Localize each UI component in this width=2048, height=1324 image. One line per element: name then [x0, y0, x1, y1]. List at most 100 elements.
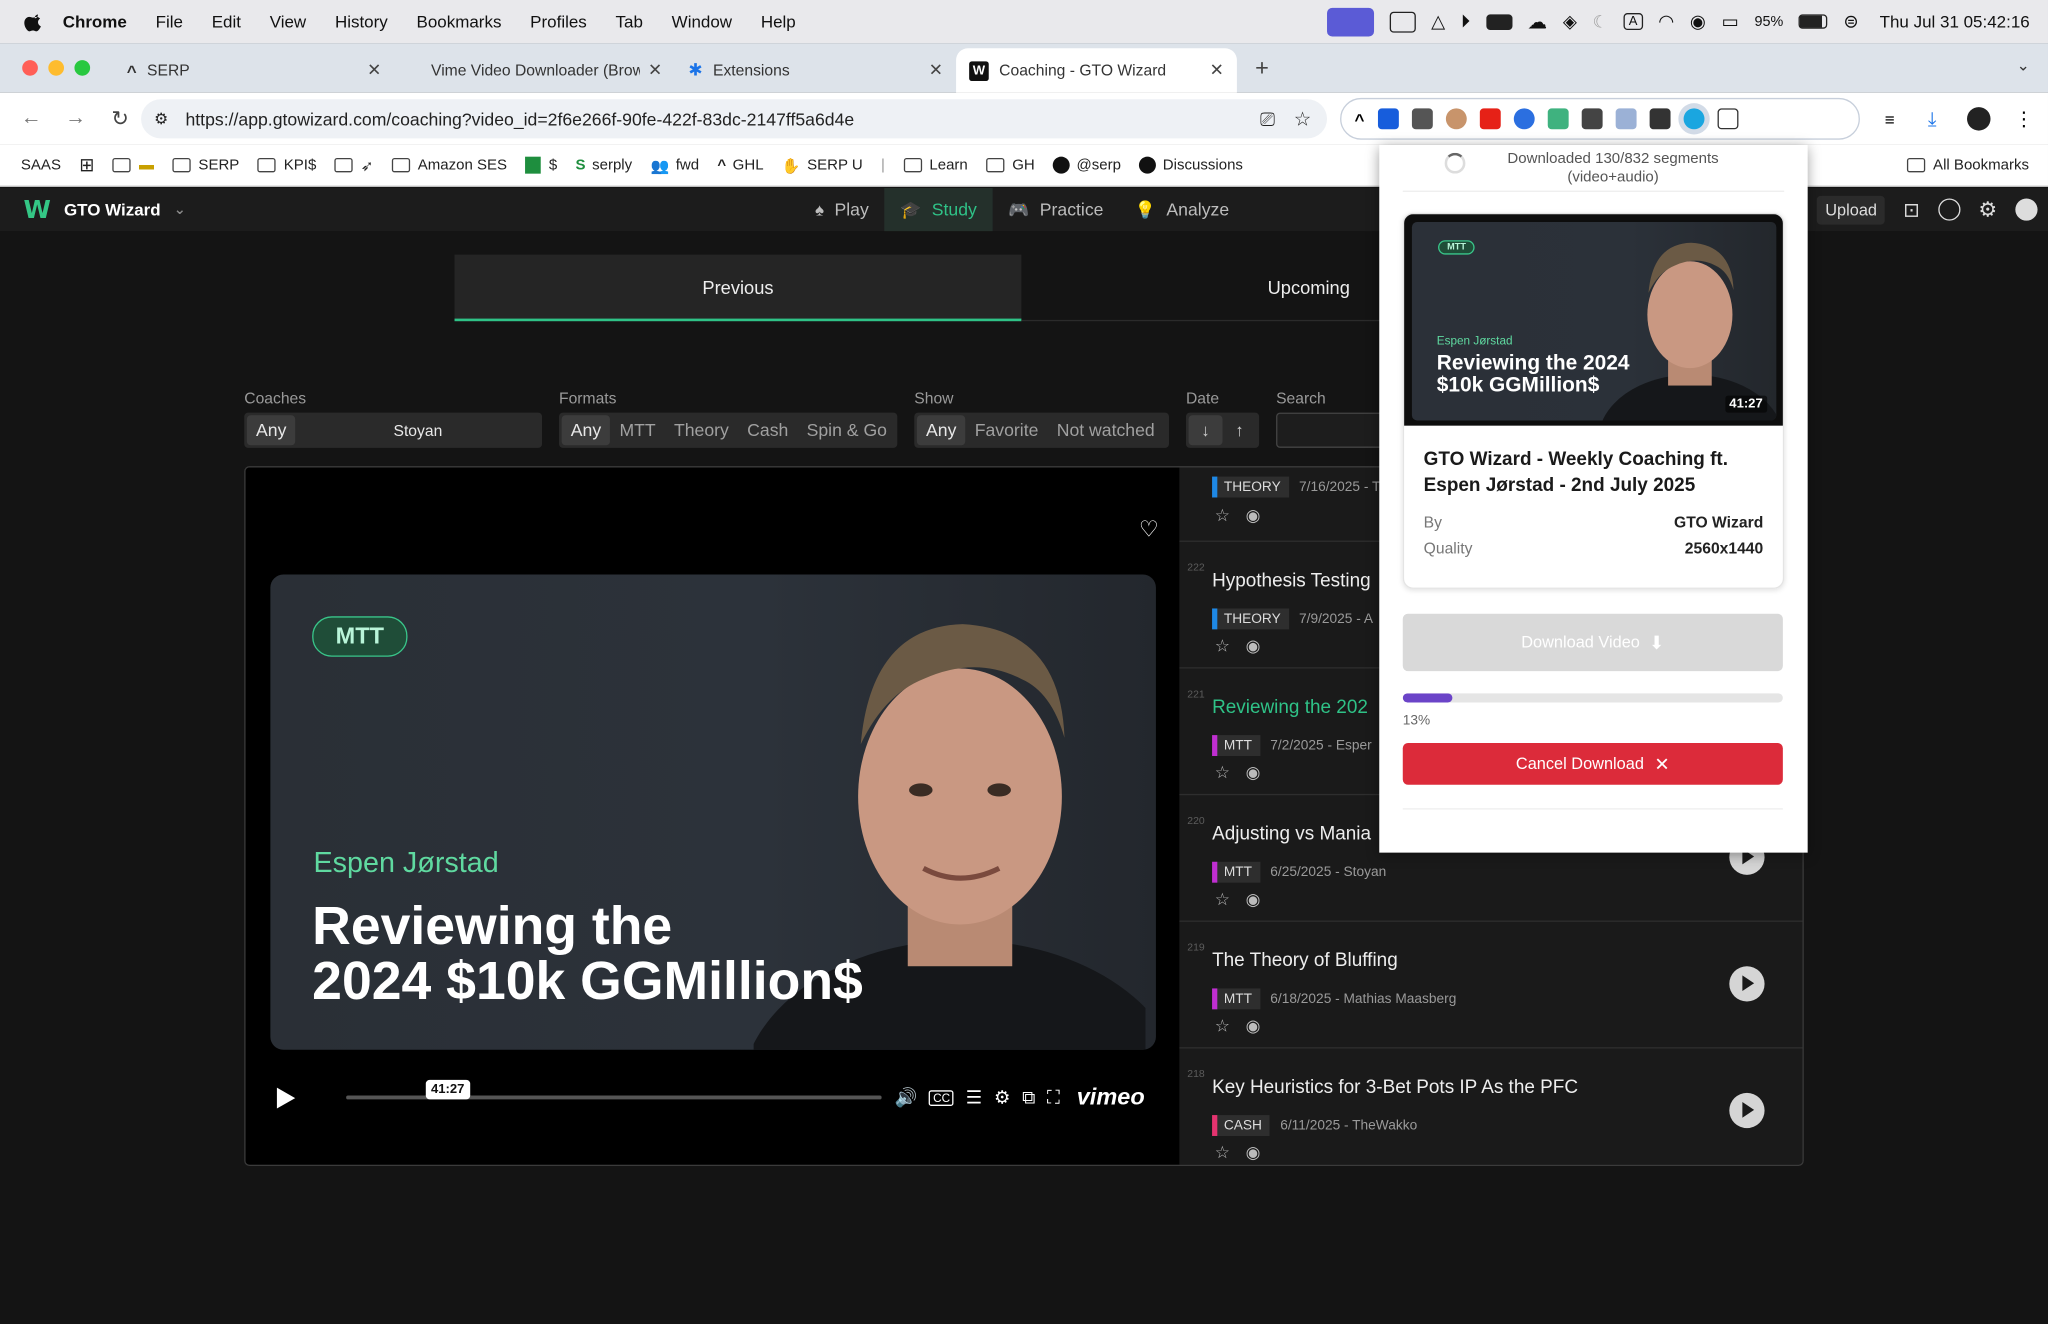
eye-icon[interactable]: ◉ — [1246, 763, 1261, 784]
eye-icon[interactable]: ◉ — [1246, 636, 1261, 657]
format-mtt[interactable]: MTT — [610, 415, 665, 445]
link-icon[interactable] — [1615, 108, 1637, 130]
screen-share-icon[interactable] — [1326, 7, 1374, 36]
install-app-icon[interactable]: ⎚ — [1260, 108, 1275, 130]
control-center-icon[interactable]: ⊜ — [1843, 10, 1858, 32]
keyboard-icon[interactable] — [1485, 13, 1512, 30]
format-theory[interactable]: Theory — [665, 415, 738, 445]
play-video-button[interactable] — [1729, 966, 1765, 1002]
bookmark-dollar[interactable]: $ — [525, 156, 557, 174]
nav-analyze[interactable]: 💡 Analyze — [1119, 188, 1245, 231]
show-not-watched[interactable]: Not watched — [1048, 415, 1164, 445]
star-icon[interactable]: ☆ — [1215, 505, 1230, 526]
back-button[interactable]: ← — [18, 107, 44, 131]
video-player[interactable]: ♡ MTT Espen Jørstad Reviewing the 2024 $… — [245, 467, 1180, 1165]
clock[interactable]: Thu Jul 31 05:42:16 — [1880, 12, 2030, 32]
captions-icon[interactable]: CC — [929, 1089, 955, 1106]
settings-gear-icon[interactable]: ⚙ — [1978, 197, 1997, 223]
menu-file[interactable]: File — [156, 12, 183, 32]
new-tab-button[interactable]: + — [1255, 54, 1269, 81]
bookmark-gh[interactable]: GH — [986, 157, 1035, 173]
play-button[interactable] — [276, 1087, 296, 1109]
bookmark-serp-github[interactable]: @serp — [1053, 156, 1121, 174]
scan-icon[interactable]: ⊡ — [1903, 198, 1919, 221]
vimeo-logo[interactable]: vimeo — [1077, 1084, 1145, 1111]
nav-practice[interactable]: 🎮 Practice — [993, 188, 1120, 231]
vime-downloader-icon[interactable] — [1683, 108, 1704, 130]
tab-coaching[interactable]: W Coaching - GTO Wizard ✕ — [956, 48, 1237, 93]
user-circle-icon[interactable]: ◉ — [1690, 10, 1706, 32]
caret-up-icon[interactable]: ^ — [1354, 109, 1364, 129]
menu-chrome[interactable]: Chrome — [63, 12, 127, 32]
star-icon[interactable]: ☆ — [1215, 636, 1230, 657]
show-favorite[interactable]: Favorite — [966, 415, 1048, 445]
apps-grid-icon[interactable]: ⊞ — [79, 154, 94, 176]
coaches-any-option[interactable]: Any — [246, 415, 296, 446]
menu-help[interactable]: Help — [761, 12, 796, 32]
bookmark-kpis[interactable]: KPI$ — [257, 157, 316, 173]
input-source-icon[interactable]: A — [1623, 13, 1643, 31]
coaches-filter[interactable]: Any Stoyan — [244, 412, 543, 448]
eye-icon[interactable]: ◉ — [1246, 1016, 1261, 1037]
apple-icon[interactable] — [24, 11, 45, 32]
close-window-button[interactable] — [22, 60, 38, 76]
volume-icon[interactable]: 🔊 — [895, 1086, 918, 1108]
list-item[interactable]: 218 Key Heuristics for 3-Bet Pots IP As … — [1179, 1048, 1802, 1164]
format-spin-go[interactable]: Spin & Go — [797, 415, 896, 445]
tab-serp[interactable]: ^ SERP ✕ — [114, 48, 395, 92]
display-icon[interactable]: ▭ — [1722, 10, 1739, 32]
sort-desc-arrow-icon[interactable]: ↓ — [1188, 415, 1223, 446]
play-video-button[interactable] — [1729, 1092, 1765, 1129]
bookmark-saas[interactable]: SAAS — [21, 157, 61, 173]
cloud-icon[interactable]: ☁ — [1528, 10, 1548, 33]
menu-history[interactable]: History — [335, 12, 388, 32]
layers-icon[interactable]: ◈ — [1563, 10, 1577, 32]
pip-icon[interactable]: ⧉ — [1022, 1086, 1035, 1108]
seek-bar[interactable]: 41:27 — [346, 1079, 882, 1100]
menu-edit[interactable]: Edit — [212, 12, 241, 32]
download-video-button[interactable]: Download Video ⬇ — [1402, 613, 1783, 672]
battery-icon[interactable] — [1798, 14, 1828, 29]
close-tab-icon[interactable]: ✕ — [1210, 60, 1224, 81]
eye-icon[interactable]: ◉ — [1246, 889, 1261, 910]
bookmark-folder-1[interactable]: ▬ — [112, 157, 154, 173]
format-cash[interactable]: Cash — [738, 415, 797, 445]
star-icon[interactable]: ☆ — [1215, 889, 1230, 910]
close-tab-icon[interactable]: ✕ — [929, 60, 943, 81]
robot-icon[interactable] — [1649, 108, 1670, 130]
play-circle-icon[interactable]: ⏵ — [1461, 10, 1470, 32]
coaches-value[interactable]: Stoyan — [384, 415, 451, 445]
qr-icon[interactable] — [1411, 108, 1433, 130]
bookmark-fwd[interactable]: 👥 fwd — [650, 156, 699, 174]
help-icon[interactable] — [1937, 198, 1961, 221]
close-tab-icon[interactable]: ✕ — [648, 60, 662, 81]
extensions-puzzle-icon[interactable] — [1717, 108, 1738, 130]
format-any[interactable]: Any — [561, 415, 611, 446]
video-poster[interactable]: MTT Espen Jørstad Reviewing the 2024 $10… — [270, 574, 1156, 1050]
close-tab-icon[interactable]: ✕ — [367, 60, 381, 81]
moon-icon[interactable]: ☾ — [1593, 11, 1608, 32]
bookmark-learn[interactable]: Learn — [903, 157, 968, 173]
bookmark-serply[interactable]: Sserply — [576, 157, 633, 173]
cookie-icon[interactable] — [1445, 108, 1467, 130]
downloads-icon[interactable]: ⤓ — [1928, 108, 1937, 130]
bookmark-all[interactable]: All Bookmarks — [1906, 157, 2029, 173]
site-info-icon[interactable]: ⚙ — [154, 110, 168, 128]
reload-button[interactable]: ↻ — [107, 106, 133, 132]
screenshot-icon[interactable] — [1389, 11, 1416, 32]
menu-view[interactable]: View — [270, 12, 307, 32]
bookmark-star-icon[interactable]: ☆ — [1294, 107, 1312, 130]
tab-previous[interactable]: Previous — [454, 254, 1022, 322]
forward-button[interactable]: → — [63, 107, 89, 131]
b-icon[interactable] — [1581, 108, 1603, 130]
tab-vime-downloader[interactable]: Vime Video Downloader (Brow ✕ — [394, 48, 675, 92]
nav-play[interactable]: ♠ Play — [799, 188, 884, 231]
tab-extensions[interactable]: ✱ Extensions ✕ — [675, 48, 956, 92]
star-icon[interactable]: ☆ — [1215, 1016, 1230, 1037]
bookmark-serp-u[interactable]: ✋ SERP U — [782, 156, 863, 174]
show-any[interactable]: Any — [916, 415, 966, 446]
menu-profiles[interactable]: Profiles — [530, 12, 587, 32]
eye-icon[interactable]: ◉ — [1246, 505, 1261, 526]
heart-icon[interactable]: ♡ — [1139, 517, 1159, 543]
menu-bookmarks[interactable]: Bookmarks — [417, 12, 502, 32]
